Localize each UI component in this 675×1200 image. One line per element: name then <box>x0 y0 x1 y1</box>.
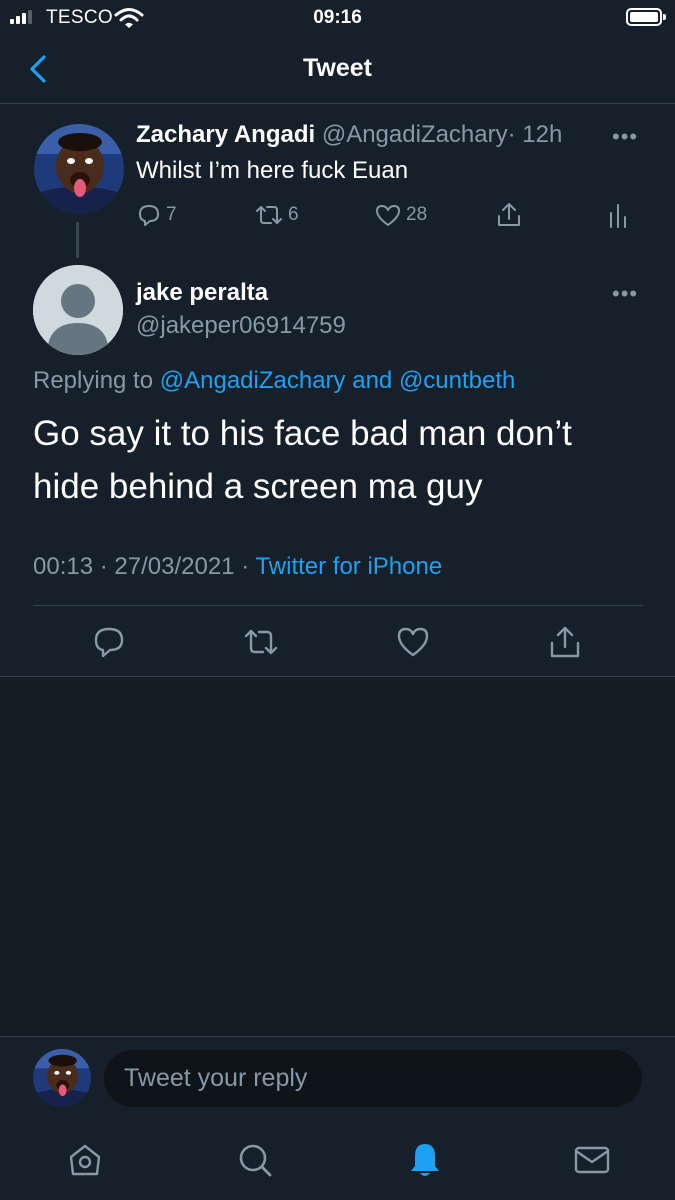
main-author-avatar[interactable] <box>33 265 123 355</box>
main-more-button[interactable]: ••• <box>612 281 638 307</box>
parent-like-count: 28 <box>406 204 428 225</box>
parent-author-handle[interactable]: @AngadiZachary <box>322 121 508 148</box>
search-icon[interactable] <box>235 1140 275 1180</box>
nav-bar: Tweet <box>0 36 675 104</box>
divider <box>0 676 675 677</box>
parent-analytics-button[interactable] <box>607 200 629 230</box>
current-user-avatar[interactable] <box>33 1049 91 1107</box>
tweet-time: 00:13 <box>33 553 94 580</box>
status-bar: TESCO 09:16 <box>0 0 675 36</box>
page-title: Tweet <box>303 54 372 82</box>
battery-icon <box>626 8 666 26</box>
main-author-name[interactable]: jake peralta <box>136 279 268 307</box>
main-author-handle[interactable]: @jakeper06914759 <box>136 312 346 340</box>
avatar-photo-image <box>33 1049 91 1107</box>
messages-icon[interactable] <box>572 1140 612 1180</box>
thread-connector <box>76 222 79 258</box>
parent-reply-button[interactable]: 7 <box>136 200 177 230</box>
tab-bar <box>0 1120 675 1200</box>
home-icon[interactable] <box>65 1140 105 1180</box>
replying-prefix: Replying to <box>33 367 154 394</box>
parent-more-button[interactable]: ••• <box>612 124 638 150</box>
divider <box>33 605 643 606</box>
main-tweet-text: Go say it to his face bad man don’t hide… <box>33 414 572 506</box>
parent-author-name[interactable]: Zachary Angadi <box>136 121 315 148</box>
share-icon <box>498 203 520 226</box>
reply-icon <box>139 205 159 226</box>
default-avatar-icon <box>33 265 123 355</box>
retweet-icon <box>256 206 282 224</box>
parent-avatar[interactable] <box>34 124 124 214</box>
replying-user-link[interactable]: @cuntbeth <box>399 367 515 394</box>
parent-retweet-count: 6 <box>288 204 299 225</box>
retweet-icon[interactable] <box>243 624 279 660</box>
like-icon <box>376 205 400 226</box>
parent-tweet-text: Whilst I’m here fuck Euan <box>136 157 409 184</box>
main-tweet-actions <box>0 624 675 662</box>
parent-like-button[interactable]: 28 <box>374 200 427 230</box>
tweet-source-link[interactable]: Twitter for iPhone <box>255 553 442 580</box>
parent-reply-count: 7 <box>166 204 177 225</box>
share-icon[interactable] <box>547 624 583 660</box>
meta-separator: · <box>241 553 250 580</box>
analytics-icon <box>610 204 626 228</box>
meta-separator: · <box>99 553 108 580</box>
reply-input[interactable]: Tweet your reply <box>104 1050 642 1107</box>
replying-to: Replying to @AngadiZachary and @cuntbeth <box>33 367 515 395</box>
parent-tweet-header: Zachary Angadi @AngadiZachary· 12h <box>136 121 562 149</box>
parent-tweet-age: · 12h <box>507 121 563 148</box>
tweet-meta: 00:13 · 27/03/2021 · Twitter for iPhone <box>33 553 442 581</box>
parent-share-button[interactable] <box>495 200 523 230</box>
replying-and[interactable]: and <box>352 367 392 394</box>
clock: 09:16 <box>313 7 362 28</box>
parent-retweet-button[interactable]: 6 <box>254 200 299 230</box>
reply-icon[interactable] <box>91 624 127 660</box>
tweet-date: 27/03/2021 <box>114 553 235 580</box>
like-icon[interactable] <box>395 624 431 660</box>
avatar-photo-image <box>34 124 124 214</box>
replying-user-link[interactable]: @AngadiZachary <box>160 367 346 394</box>
notifications-icon[interactable] <box>405 1140 445 1180</box>
